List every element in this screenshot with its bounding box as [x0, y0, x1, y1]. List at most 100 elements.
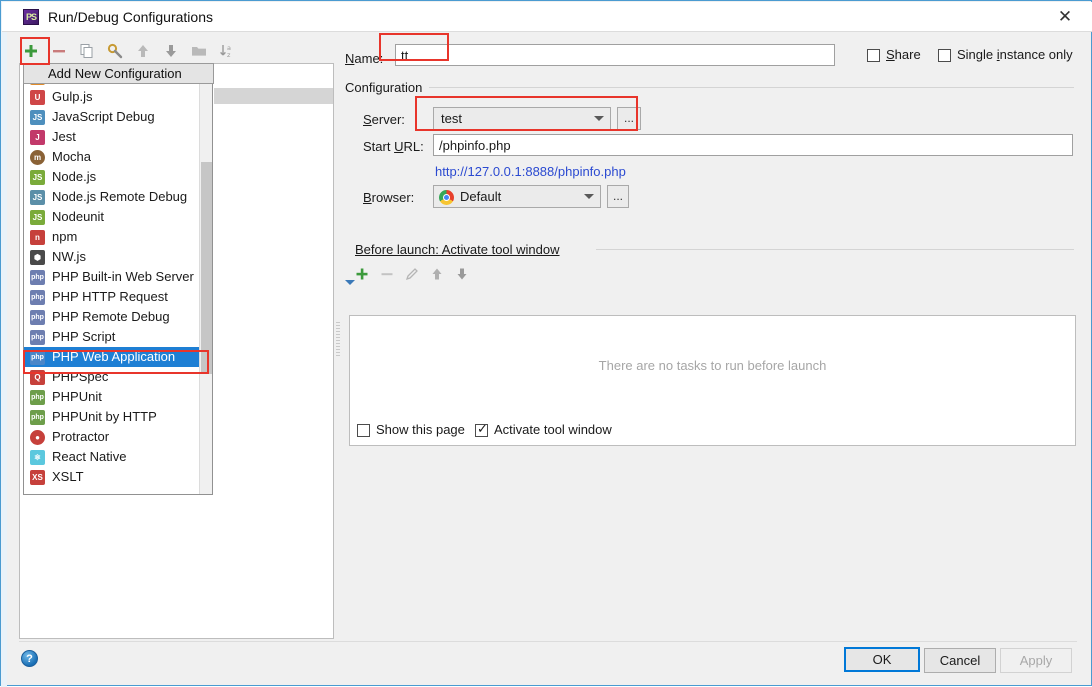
name-input[interactable]: [395, 44, 835, 66]
move-up-button[interactable]: [131, 39, 155, 63]
mocha-icon: m: [30, 150, 45, 165]
browser-browse-button[interactable]: ...: [607, 185, 629, 208]
pencil-icon: [404, 266, 420, 282]
list-item-label: NW.js: [52, 249, 86, 264]
list-item-label: XSLT: [52, 469, 84, 484]
add-configuration-tooltip: Add New Configuration: [23, 63, 214, 84]
help-button[interactable]: ?: [21, 650, 38, 667]
list-item[interactable]: JS JavaScript Debug: [24, 107, 213, 127]
list-item-label: PHPUnit by HTTP: [52, 409, 157, 424]
move-task-up-button[interactable]: [426, 264, 448, 284]
ok-button[interactable]: OK: [844, 647, 920, 672]
list-item-label: PHP Remote Debug: [52, 309, 170, 324]
move-task-down-button[interactable]: [451, 264, 473, 284]
list-item-label: React Native: [52, 449, 126, 464]
add-configuration-popup-list[interactable]: GGrunt.jsUGulp.jsJSJavaScript DebugJJest…: [23, 63, 213, 495]
move-down-button[interactable]: [159, 39, 183, 63]
list-item-label: PHP Web Application: [52, 349, 175, 364]
protractor-icon: ●: [30, 430, 45, 445]
list-item-label: Node.js Remote Debug: [52, 189, 187, 204]
single-instance-checkbox-label: Single instance only: [957, 47, 1073, 62]
gulp-icon: U: [30, 90, 45, 105]
nodejs-remote-debug-icon: JS: [30, 190, 45, 205]
plus-icon: [354, 266, 370, 282]
sort-az-icon: a z: [219, 43, 235, 59]
add-configuration-button[interactable]: [19, 39, 43, 63]
list-item[interactable]: phpPHPUnit by HTTP: [24, 407, 213, 427]
arrow-down-icon: [454, 266, 470, 282]
list-item[interactable]: ⬢ NW.js: [24, 247, 213, 267]
list-item[interactable]: phpPHP HTTP Request: [24, 287, 213, 307]
list-item[interactable]: JSNodeunit: [24, 207, 213, 227]
popup-scrollbar-thumb[interactable]: [201, 162, 212, 374]
arrow-up-icon: [429, 266, 445, 282]
list-item[interactable]: JJest: [24, 127, 213, 147]
list-item[interactable]: ● Protractor: [24, 427, 213, 447]
list-item-label: PHP Built-in Web Server: [52, 269, 194, 284]
list-item[interactable]: nnpm: [24, 227, 213, 247]
show-this-page-checkbox-box[interactable]: [357, 424, 370, 437]
arrow-up-icon: [135, 43, 151, 59]
list-item-label: Gulp.js: [52, 89, 92, 104]
server-combo-value: test: [441, 110, 462, 128]
nwjs-icon: ⬢: [30, 250, 45, 265]
configuration-type-list[interactable]: GGrunt.jsUGulp.jsJSJavaScript DebugJJest…: [24, 67, 213, 487]
server-browse-button[interactable]: ...: [617, 107, 641, 130]
arrow-down-icon: [163, 43, 179, 59]
browser-label: Browser:: [363, 190, 414, 205]
edit-templates-button[interactable]: [103, 39, 127, 63]
list-item[interactable]: XSXSLT: [24, 467, 213, 487]
single-instance-checkbox-box[interactable]: [938, 49, 951, 62]
list-item[interactable]: phpPHPUnit: [24, 387, 213, 407]
javascript-debug-icon: JS: [30, 110, 45, 125]
chevron-down-icon[interactable]: [594, 116, 604, 121]
move-into-folder-button[interactable]: [187, 39, 211, 63]
add-task-button[interactable]: [351, 264, 373, 284]
list-item[interactable]: JS Node.js Remote Debug: [24, 187, 213, 207]
before-launch-title: Before launch: Activate tool window: [355, 242, 566, 257]
cancel-button[interactable]: Cancel: [924, 648, 996, 673]
before-launch-empty-text: There are no tasks to run before launch: [350, 358, 1075, 373]
list-item[interactable]: phpPHP Remote Debug: [24, 307, 213, 327]
edit-task-button[interactable]: [401, 264, 423, 284]
list-item-label: Protractor: [52, 429, 109, 444]
splitter-grip: [336, 322, 340, 356]
remove-task-button[interactable]: [376, 264, 398, 284]
list-item-label: JavaScript Debug: [52, 109, 155, 124]
sort-configurations-button[interactable]: a z: [215, 39, 239, 63]
list-item[interactable]: QPHPSpec: [24, 367, 213, 387]
start-url-input[interactable]: [433, 134, 1073, 156]
server-label: Server:: [363, 112, 405, 127]
nodeunit-icon: JS: [30, 210, 45, 225]
list-item[interactable]: U Gulp.js: [24, 87, 213, 107]
popup-scrollbar[interactable]: [199, 64, 212, 494]
apply-button: Apply: [1000, 648, 1072, 673]
remove-configuration-button[interactable]: [47, 39, 71, 63]
footer-separator: [19, 641, 1077, 642]
browser-combo[interactable]: Default: [433, 185, 601, 208]
php-script-icon: php: [30, 330, 45, 345]
checkmark-icon: ✓: [477, 422, 488, 437]
activate-tool-window-checkbox-box[interactable]: ✓: [475, 424, 488, 437]
php-http-request-icon: php: [30, 290, 45, 305]
plus-icon: [23, 43, 39, 59]
start-url-label: Start URL:: [363, 139, 424, 154]
share-checkbox-box[interactable]: [867, 49, 880, 62]
resolved-url-link[interactable]: http://127.0.0.1:8888/phpinfo.php: [435, 164, 626, 179]
list-item[interactable]: JSNode.js: [24, 167, 213, 187]
configuration-group-title: Configuration: [345, 80, 428, 95]
svg-text:z: z: [227, 51, 231, 59]
list-item-label: PHPSpec: [52, 369, 108, 384]
list-item[interactable]: phpPHP Script: [24, 327, 213, 347]
list-item[interactable]: ⚛ React Native: [24, 447, 213, 467]
copy-configuration-button[interactable]: [75, 39, 99, 63]
chevron-down-icon[interactable]: [584, 194, 594, 199]
share-checkbox-label: Share: [886, 47, 921, 62]
run-debug-configurations-dialog: PS Run/Debug Configurations ✕: [0, 0, 1092, 686]
list-item[interactable]: mMocha: [24, 147, 213, 167]
list-item[interactable]: phpPHP Built-in Web Server: [24, 267, 213, 287]
react-native-icon: ⚛: [30, 450, 45, 465]
close-icon[interactable]: ✕: [1048, 4, 1082, 30]
list-item[interactable]: phpPHP Web Application: [24, 347, 213, 367]
server-combo[interactable]: test: [433, 107, 611, 130]
